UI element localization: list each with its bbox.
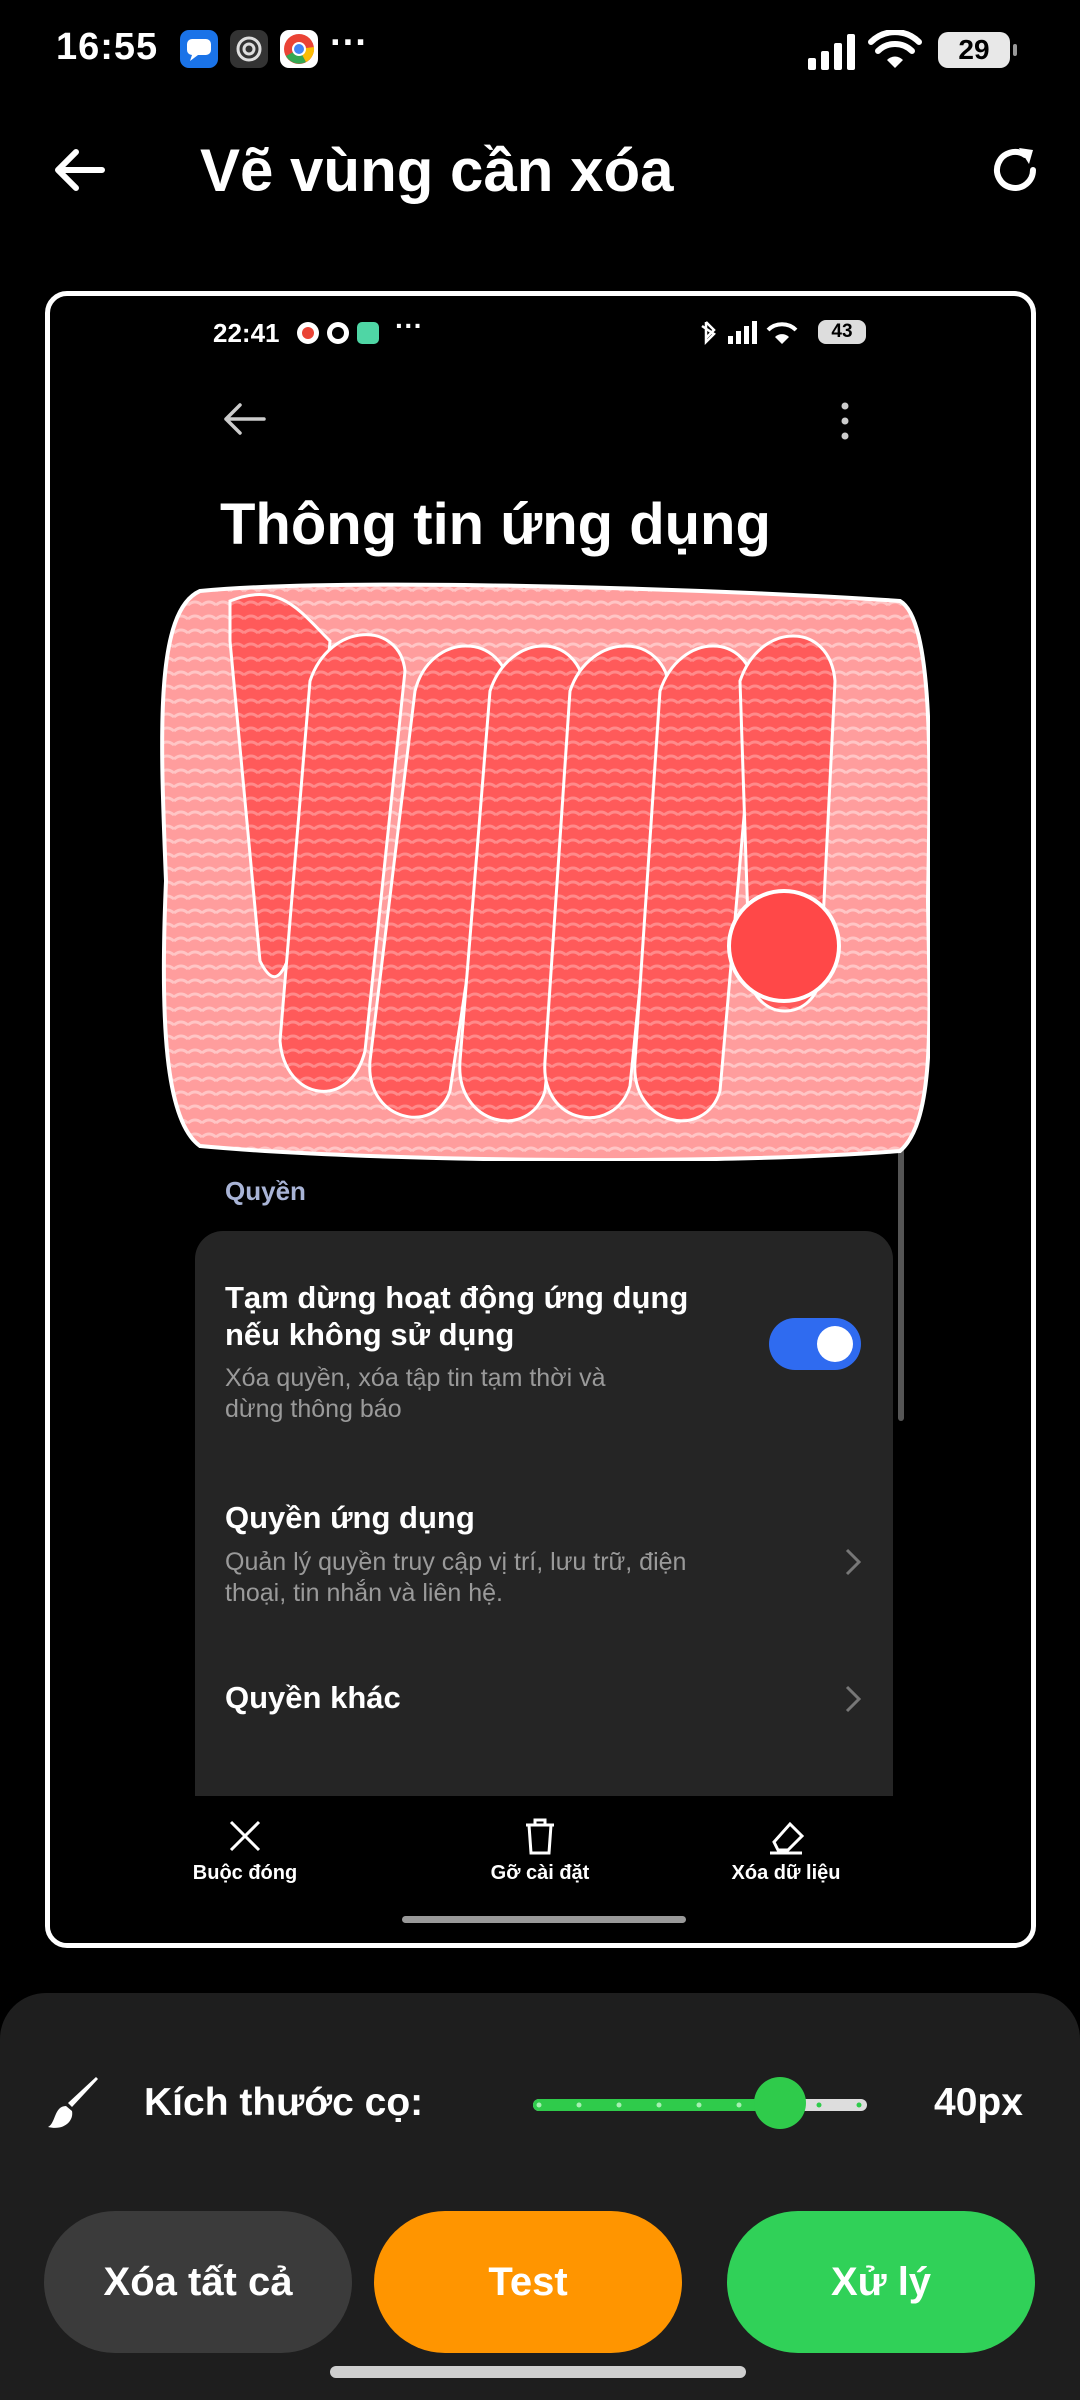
brush-size-value: 40px bbox=[934, 2081, 1023, 2124]
preview-app-icons bbox=[297, 322, 379, 344]
process-button[interactable]: Xử lý bbox=[727, 2211, 1035, 2353]
preview-more-icon bbox=[841, 402, 849, 440]
slider-thumb[interactable] bbox=[754, 2077, 807, 2129]
preview-section-header: Quyền bbox=[225, 1176, 306, 1206]
preview-status-icons bbox=[701, 321, 798, 346]
clear-data-label: Xóa dữ liệu bbox=[731, 1862, 841, 1884]
notification-overflow: ··· bbox=[330, 22, 368, 64]
preview-title: Thông tin ứng dụng bbox=[220, 492, 771, 557]
trash-icon bbox=[526, 1818, 554, 1855]
pause-app-toggle bbox=[769, 1318, 861, 1370]
preview-battery: 43 bbox=[818, 320, 866, 344]
status-bar: 16:55 ··· 29 bbox=[0, 0, 1080, 100]
chevron-right-icon bbox=[845, 1548, 862, 1576]
clear-all-button[interactable]: Xóa tất cả bbox=[44, 2211, 352, 2353]
other-permissions-title: Quyền khác bbox=[225, 1680, 401, 1715]
item-subtitle-line2: dừng thông báo bbox=[225, 1395, 402, 1423]
messages-icon bbox=[180, 30, 218, 68]
app-permissions-subtitle-line1: Quản lý quyền truy cập vị trí, lưu trữ, … bbox=[225, 1548, 687, 1576]
force-stop-action: Buộc đóng bbox=[135, 1816, 355, 1885]
threads-icon bbox=[230, 30, 268, 68]
uninstall-action: Gỡ cài đặt bbox=[430, 1816, 650, 1885]
preview-bottom-actions: Buộc đóng Gỡ cài đặt Xóa dữ liệu bbox=[50, 1796, 1031, 1943]
clear-data-action: Xóa dữ liệu bbox=[676, 1816, 896, 1885]
brush-size-slider[interactable] bbox=[533, 2077, 867, 2129]
force-stop-label: Buộc đóng bbox=[192, 1862, 298, 1884]
brush-icon bbox=[48, 2077, 98, 2128]
brush-size-label: Kích thước cọ: bbox=[144, 2081, 424, 2124]
brush-control-panel: Kích thước cọ: 40px Xóa tất cả Test Xử l… bbox=[0, 1993, 1080, 2400]
preview-home-indicator bbox=[402, 1916, 686, 1923]
screenshot-preview[interactable]: 22:41 ··· 43 Thông tin ứng dụng Quyền Tạ… bbox=[45, 291, 1036, 1948]
preview-overflow: ··· bbox=[395, 310, 423, 341]
page-title: Vẽ vùng cần xóa bbox=[200, 137, 674, 204]
uninstall-label: Gỡ cài đặt bbox=[490, 1862, 590, 1884]
chevron-right-icon bbox=[845, 1685, 862, 1713]
close-icon bbox=[229, 1820, 261, 1852]
item-title-line2: nếu không sử dụng bbox=[225, 1317, 515, 1352]
status-time: 16:55 bbox=[56, 26, 159, 68]
preview-permissions-card: Tạm dừng hoạt động ứng dụng nếu không sử… bbox=[195, 1231, 893, 1831]
item-title-line1: Tạm dừng hoạt động ứng dụng bbox=[225, 1280, 689, 1315]
app-permissions-title: Quyền ứng dụng bbox=[225, 1500, 475, 1535]
slider-ticks bbox=[536, 2102, 862, 2108]
app-permissions-subtitle-line2: thoại, tin nhắn và liên hệ. bbox=[225, 1579, 503, 1607]
arrow-left-icon[interactable] bbox=[50, 140, 110, 200]
painted-mask-region[interactable] bbox=[160, 581, 930, 1161]
signal-icon bbox=[808, 34, 855, 70]
eraser-icon bbox=[770, 1821, 805, 1855]
home-indicator bbox=[330, 2366, 746, 2378]
refresh-icon[interactable] bbox=[985, 140, 1045, 200]
wifi-icon bbox=[868, 30, 922, 68]
battery-indicator: 29 bbox=[938, 32, 1017, 68]
chrome-icon bbox=[280, 30, 318, 68]
preview-status-time: 22:41 bbox=[213, 318, 280, 348]
test-button[interactable]: Test bbox=[374, 2211, 682, 2353]
preview-back-icon bbox=[224, 403, 266, 435]
item-subtitle-line1: Xóa quyền, xóa tập tin tạm thời và bbox=[225, 1364, 606, 1392]
